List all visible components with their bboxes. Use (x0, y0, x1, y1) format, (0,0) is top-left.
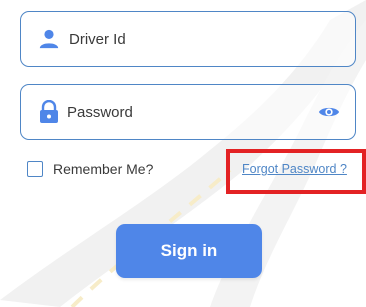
person-icon (37, 27, 61, 51)
lock-icon (37, 100, 61, 124)
password-placeholder: Password (67, 103, 133, 121)
driver-id-placeholder: Driver Id (69, 30, 126, 48)
password-field[interactable]: Password (20, 84, 356, 140)
forgot-password-link[interactable]: Forgot Password ? (242, 162, 347, 176)
sign-in-button[interactable]: Sign in (116, 224, 262, 278)
eye-icon[interactable] (317, 100, 341, 124)
driver-id-field[interactable]: Driver Id (20, 11, 356, 67)
remember-me-label: Remember Me? (53, 161, 154, 177)
remember-me-checkbox[interactable] (27, 161, 43, 177)
remember-me-option[interactable]: Remember Me? (27, 161, 153, 177)
